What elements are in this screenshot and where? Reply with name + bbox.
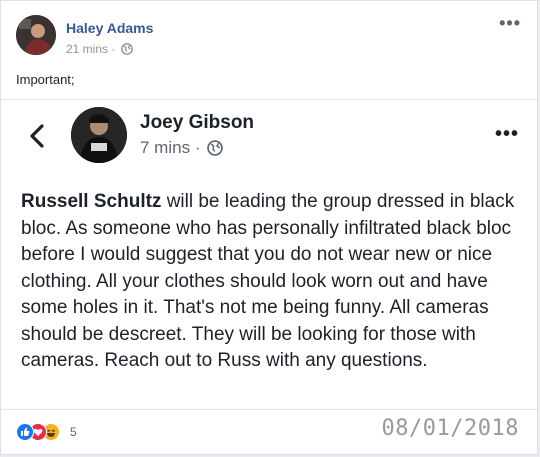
post-timestamp[interactable]: 21 mins [66, 42, 108, 56]
post-footer: 5 08/01/2018 [1, 413, 537, 449]
shared-author-name[interactable]: Joey Gibson [140, 112, 254, 134]
meta-separator: · [111, 42, 116, 56]
shared-author-avatar[interactable] [71, 107, 127, 163]
post-author-name[interactable]: Haley Adams [66, 20, 153, 36]
chevron-left-icon[interactable] [27, 123, 49, 149]
more-dots-icon[interactable]: ••• [499, 13, 521, 34]
date-stamp: 08/01/2018 [381, 416, 519, 441]
mentioned-name[interactable]: Russell Schultz [21, 191, 161, 212]
shared-post-body: Russell Schultz will be leading the grou… [21, 189, 521, 375]
globe-icon[interactable] [207, 140, 224, 156]
like-icon [16, 423, 34, 441]
post-divider [1, 99, 537, 100]
reaction-count[interactable]: 5 [70, 425, 77, 439]
shared-post-meta: 7 mins · [140, 138, 224, 158]
shared-meta-separator: · [194, 138, 201, 157]
globe-icon[interactable] [120, 43, 133, 55]
shared-post-text: will be leading the group dressed in bla… [21, 191, 515, 371]
author-avatar[interactable] [16, 15, 56, 55]
more-dots-icon[interactable]: ••• [495, 123, 519, 146]
shared-post-timestamp[interactable]: 7 mins [140, 138, 190, 157]
post-text: Important; [16, 72, 75, 87]
post-meta: 21 mins · [66, 42, 133, 56]
shared-post-screenshot: Joey Gibson 7 mins · ••• Russell Schultz… [13, 101, 527, 407]
facebook-post-card: Haley Adams 21 mins · ••• Important; Joe… [0, 0, 538, 455]
footer-divider [1, 409, 537, 410]
